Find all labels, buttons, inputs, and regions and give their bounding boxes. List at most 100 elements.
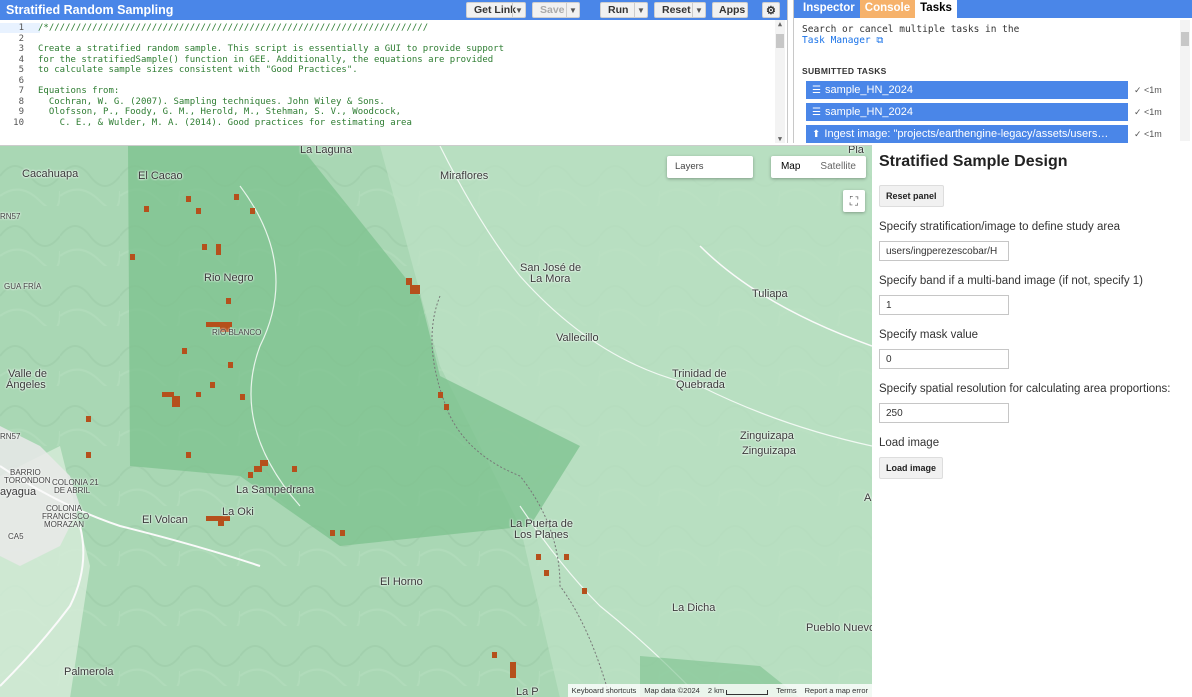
- tab-console[interactable]: Console: [859, 0, 916, 18]
- scale-bar: [726, 690, 769, 695]
- sample-point: [544, 570, 549, 576]
- band-input[interactable]: 1: [879, 295, 1009, 315]
- place-label: RIO BLANCO: [212, 328, 262, 337]
- task-item[interactable]: ⬆ Ingest image: "projects/earthengine-le…: [806, 125, 1128, 143]
- scrollbar-thumb[interactable]: [1181, 32, 1189, 46]
- code-line[interactable]: 5 to calculate sample sizes consistent wi…: [0, 65, 358, 76]
- reset-panel-button[interactable]: Reset panel: [879, 185, 944, 207]
- code-text: C. E., & Wulder, M. A. (2014). Good prac…: [38, 117, 412, 128]
- upload-icon: ⬆: [812, 128, 821, 140]
- scrollbar-thumb[interactable]: [776, 34, 784, 48]
- task-item[interactable]: ☰ sample_HN_2024: [806, 103, 1128, 121]
- line-number: 2: [18, 33, 24, 44]
- place-label: TORONDON: [4, 476, 51, 485]
- code-line[interactable]: 10 C. E., & Wulder, M. A. (2014). Good p…: [0, 118, 412, 129]
- band-label: Specify band if a multi-band image (if n…: [879, 275, 1143, 287]
- line-number: 1: [18, 23, 24, 33]
- code-text: to calculate sample sizes consistent wit…: [38, 65, 358, 75]
- place-label: GUA FRÍA: [4, 282, 42, 291]
- get-link-button[interactable]: Get Link ▼: [466, 2, 526, 18]
- sample-point: [536, 554, 541, 560]
- code-line[interactable]: 9 Olofsson, P., Foody, G. M., Herold, M.…: [0, 107, 401, 118]
- task-manager-link[interactable]: Task Manager ⧉: [802, 35, 883, 46]
- sample-point: [196, 392, 201, 397]
- table-icon: ☰: [812, 84, 821, 96]
- scroll-up-icon[interactable]: ▲: [775, 20, 785, 28]
- chevron-down-icon[interactable]: ▼: [512, 3, 525, 17]
- layers-control[interactable]: Layers: [667, 156, 753, 178]
- sample-point: [228, 362, 233, 368]
- map-type-satellite-button[interactable]: Satellite: [810, 156, 866, 178]
- sample-point: [250, 208, 255, 214]
- fullscreen-icon[interactable]: ⛶: [843, 190, 865, 212]
- code-scrollbar[interactable]: ▲ ▼: [775, 20, 785, 143]
- sample-point: [218, 521, 224, 526]
- sample-point: [206, 322, 232, 327]
- script-title: Stratified Random Sampling: [6, 3, 174, 17]
- line-number: 6: [18, 75, 24, 86]
- line-number: 3: [18, 44, 24, 54]
- code-line[interactable]: 7 Equations from:: [0, 86, 120, 97]
- task-item[interactable]: ☰ sample_HN_2024: [806, 81, 1128, 99]
- code-line[interactable]: 8 Cochran, W. G. (2007). Sampling techni…: [0, 97, 385, 108]
- code-area[interactable]: 1 /*/////////////////////////////////////…: [0, 20, 787, 143]
- place-label: El Horno: [380, 576, 423, 588]
- chevron-down-icon[interactable]: ▼: [634, 3, 647, 17]
- save-button[interactable]: Save ▼: [532, 2, 580, 18]
- save-label: Save: [540, 4, 565, 16]
- tab-inspector[interactable]: Inspector: [798, 0, 860, 18]
- reset-button[interactable]: Reset ▼: [654, 2, 706, 18]
- place-label: La P: [516, 686, 539, 697]
- sample-point: [240, 394, 245, 400]
- report-error-link[interactable]: Report a map error: [805, 686, 868, 695]
- code-line[interactable]: 2: [0, 34, 38, 45]
- line-number: 7: [18, 86, 24, 96]
- editor-toolbar: Stratified Random Sampling Get Link ▼ Sa…: [0, 0, 787, 20]
- tab-tasks[interactable]: Tasks: [915, 0, 957, 18]
- keyboard-shortcuts-link[interactable]: Keyboard shortcuts: [572, 686, 637, 695]
- mask-label: Specify mask value: [879, 329, 979, 341]
- place-label: Vallecillo: [556, 332, 599, 344]
- chevron-down-icon[interactable]: ▼: [566, 3, 579, 17]
- map-type-map-button[interactable]: Map: [771, 156, 810, 178]
- place-label: Zinguizapa: [742, 445, 796, 457]
- code-line[interactable]: 4 for the stratifiedSample() function in …: [0, 55, 494, 66]
- apps-button[interactable]: Apps: [712, 2, 748, 18]
- tasks-description: Search or cancel multiple tasks in the T…: [802, 24, 1042, 46]
- sample-point: [86, 452, 91, 458]
- task-label: sample_HN_2024: [824, 84, 914, 96]
- chevron-down-icon[interactable]: ▼: [692, 3, 705, 17]
- map-attribution: Keyboard shortcuts Map data ©2024 2 km T…: [567, 684, 872, 697]
- task-status: ✓ <1m: [1134, 107, 1162, 117]
- sample-point: [210, 382, 215, 388]
- resolution-input[interactable]: 250: [879, 403, 1009, 423]
- tasks-body: Search or cancel multiple tasks in the T…: [794, 18, 1192, 143]
- code-text: /*//////////////////////////////////////…: [38, 23, 429, 33]
- map-view[interactable]: La Laguna Cacahuapa El Cacao Miraflores …: [0, 145, 872, 697]
- tasks-description-text: Search or cancel multiple tasks in the: [802, 24, 1020, 35]
- code-line[interactable]: 6: [0, 76, 38, 87]
- place-label: Zinguizapa: [740, 430, 794, 442]
- map-canvas: [0, 146, 872, 697]
- sample-point: [172, 396, 180, 407]
- sample-point: [202, 244, 207, 250]
- place-label: ayagua: [0, 486, 37, 498]
- stratification-input[interactable]: users/ingperezescobar/H: [879, 241, 1009, 261]
- scroll-down-icon[interactable]: ▼: [775, 135, 785, 143]
- sample-point: [410, 285, 420, 294]
- tasks-scrollbar[interactable]: [1180, 20, 1190, 141]
- sample-point: [582, 588, 587, 594]
- load-image-button[interactable]: Load image: [879, 457, 944, 479]
- code-line[interactable]: 1 /*/////////////////////////////////////…: [0, 23, 429, 34]
- place-label: A: [864, 492, 872, 504]
- terms-link[interactable]: Terms: [776, 686, 796, 695]
- place-label: La Mora: [530, 273, 571, 285]
- place-label: Rio Negro: [204, 272, 254, 284]
- place-label: Ángeles: [6, 379, 46, 391]
- code-text: Equations from:: [38, 86, 120, 96]
- gear-icon[interactable]: ⚙: [762, 2, 780, 18]
- sample-point: [248, 472, 253, 478]
- code-line[interactable]: 3 Create a stratified random sample. This…: [0, 44, 504, 55]
- mask-input[interactable]: 0: [879, 349, 1009, 369]
- run-button[interactable]: Run ▼: [600, 2, 648, 18]
